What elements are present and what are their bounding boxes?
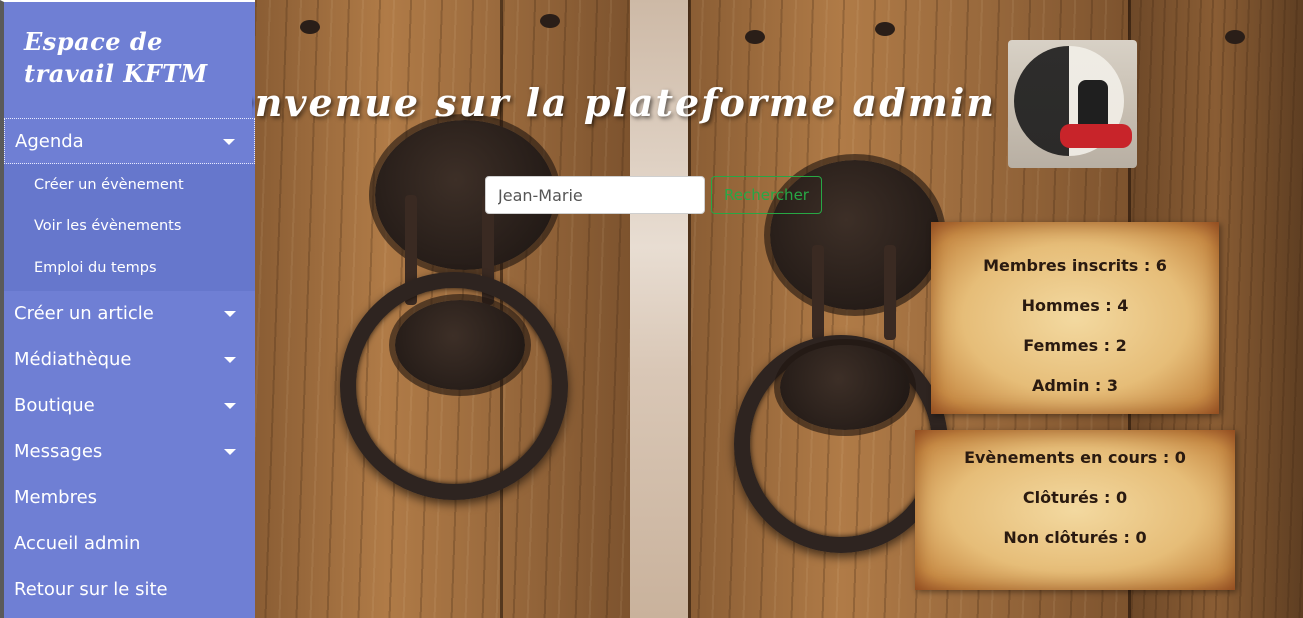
stat-admins: Admin : 3 (1031, 376, 1119, 395)
caret-down-icon (224, 448, 236, 455)
submenu-item-view-events[interactable]: Voir les évènements (4, 206, 255, 248)
sidebar-item-members[interactable]: Membres (4, 475, 255, 521)
nail (1225, 30, 1245, 44)
nail (540, 14, 560, 28)
sidebar-item-label: Médiathèque (14, 349, 132, 370)
sidebar: Espace de travail KFTM Agenda Créer un é… (0, 0, 255, 618)
events-stats-card: Evènements en cours : 0 Clôturés : 0 Non… (915, 430, 1235, 590)
knocker-plate-right-lower (780, 345, 910, 430)
knocker-strap (884, 245, 896, 340)
caret-down-icon (223, 139, 235, 145)
sidebar-item-label: Retour sur le site (14, 579, 168, 600)
martial-artist-legs (1060, 124, 1132, 148)
sidebar-item-label: Créer un article (14, 303, 154, 324)
agenda-submenu: Créer un évènement Voir les évènements E… (4, 164, 255, 291)
sidebar-item-back-to-site[interactable]: Retour sur le site (4, 567, 255, 613)
sidebar-item-create-article[interactable]: Créer un article (4, 291, 255, 337)
sidebar-item-messages[interactable]: Messages (4, 429, 255, 475)
caret-down-icon (224, 310, 236, 317)
submenu-item-create-event[interactable]: Créer un évènement (4, 164, 255, 206)
submenu-item-timetable[interactable]: Emploi du temps (4, 247, 255, 289)
sidebar-item-agenda[interactable]: Agenda (4, 118, 255, 164)
caret-down-icon (224, 356, 236, 363)
knocker-plate-left-lower (395, 300, 525, 390)
sidebar-item-admin-home[interactable]: Accueil admin (4, 521, 255, 567)
stat-women: Femmes : 2 (1023, 336, 1127, 355)
stat-registered-members: Membres inscrits : 6 (983, 256, 1167, 275)
sidebar-header: Espace de travail KFTM (4, 2, 255, 118)
sidebar-item-media-library[interactable]: Médiathèque (4, 337, 255, 383)
members-stats-card: Membres inscrits : 6 Hommes : 4 Femmes :… (931, 222, 1219, 414)
sidebar-title[interactable]: Espace de travail KFTM (24, 26, 255, 90)
stat-open-events: Non clôturés : 0 (1003, 528, 1147, 547)
caret-down-icon (224, 402, 236, 409)
page-title: Bienvenue sur la plateforme admin (252, 76, 1012, 136)
stat-men: Hommes : 4 (1021, 296, 1129, 315)
profile-photo (1008, 40, 1137, 168)
sidebar-item-label: Boutique (14, 395, 95, 416)
stat-closed-events: Clôturés : 0 (1022, 488, 1128, 507)
page-title-text: Bienvenue sur la plateforme admin (252, 80, 996, 125)
nail (745, 30, 765, 44)
search-button[interactable]: Rechercher (711, 176, 822, 214)
sidebar-item-label: Messages (14, 441, 103, 462)
knocker-strap (812, 245, 824, 340)
nail (300, 20, 320, 34)
sidebar-item-shop[interactable]: Boutique (4, 383, 255, 429)
sidebar-item-label: Accueil admin (14, 533, 141, 554)
sidebar-item-label: Membres (14, 487, 98, 508)
search-input[interactable] (485, 176, 705, 214)
stat-ongoing-events: Evènements en cours : 0 (964, 448, 1186, 467)
nail (875, 22, 895, 36)
sidebar-item-label: Agenda (15, 130, 84, 152)
